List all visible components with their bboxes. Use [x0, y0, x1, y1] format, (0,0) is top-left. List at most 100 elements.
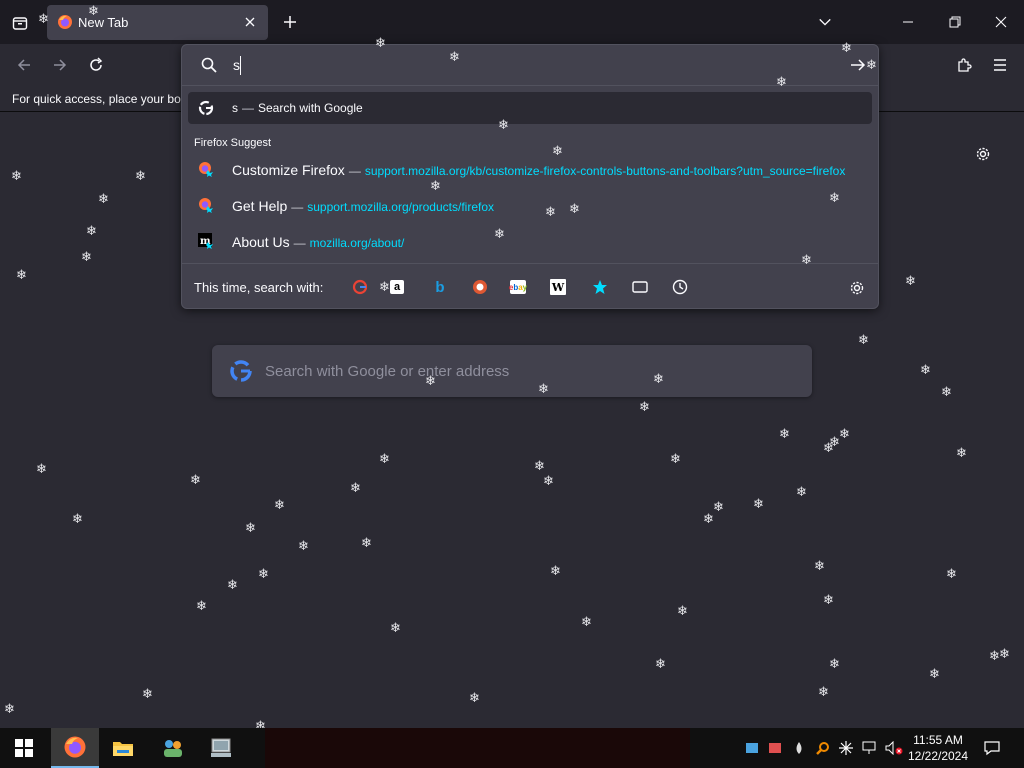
search-icon: [201, 57, 217, 73]
new-tab-button[interactable]: [279, 11, 301, 33]
forward-button[interactable]: [48, 53, 72, 77]
text-caret: [240, 56, 241, 75]
volume-button[interactable]: [884, 738, 904, 758]
tabs-icon[interactable]: [630, 277, 650, 297]
folder-icon: [113, 742, 133, 756]
notifications-button[interactable]: [980, 736, 1004, 760]
tab-title: New Tab: [78, 15, 129, 30]
restore-button[interactable]: [943, 10, 967, 34]
firefox-icon: [64, 736, 86, 758]
suggestion-title: Customize Firefox: [232, 162, 345, 178]
computer-icon: [211, 738, 231, 757]
chevron-down-icon: [819, 18, 831, 26]
typed-query: s: [232, 101, 238, 115]
reload-icon: [90, 57, 103, 71]
sparkle-icon: [839, 741, 853, 755]
search-placeholder: Search with Google or enter address: [265, 363, 510, 380]
divider: [182, 85, 878, 86]
heuristic-search-row[interactable]: s — Search with Google: [188, 92, 872, 124]
amazon-icon[interactable]: a: [390, 280, 404, 294]
urlbar-dropdown: s s — Search with Google Firefox Suggest C…: [181, 44, 879, 309]
tab-new-tab[interactable]: New Tab: [47, 5, 268, 40]
puzzle-icon: [958, 58, 972, 72]
taskbar-firefox[interactable]: [51, 728, 99, 768]
google-icon[interactable]: [350, 277, 370, 297]
clock-time: 11:55 AM: [913, 733, 963, 747]
search-shortcuts-bar: This time, search with: a b ebay W: [182, 263, 878, 309]
tray-icon[interactable]: [814, 738, 832, 758]
group-label: Firefox Suggest: [194, 137, 272, 149]
suggestion-title: Get Help: [232, 198, 288, 214]
newtab-search-box[interactable]: Search with Google or enter address: [212, 345, 812, 397]
go-arrow-icon[interactable]: [850, 57, 866, 73]
tray-app-icon: [769, 743, 781, 753]
tray-app-icon: [746, 743, 758, 753]
customize-page-button[interactable]: [971, 142, 995, 166]
suggestion-url: mozilla.org/about/: [309, 236, 405, 250]
taskbar-app-computer[interactable]: [197, 728, 245, 768]
bing-icon[interactable]: b: [430, 277, 450, 297]
suggestion-title: About Us: [232, 234, 290, 250]
firefox-view-button[interactable]: [8, 11, 32, 35]
close-tab-icon[interactable]: [242, 14, 258, 30]
firefox-icon: [199, 198, 213, 213]
firefox-icon: [58, 15, 72, 29]
droplet-icon: [796, 742, 802, 754]
extensions-button[interactable]: [952, 53, 976, 77]
suggestion-url: support.mozilla.org/products/firefox: [307, 200, 494, 214]
plus-icon: [284, 16, 296, 28]
suggestion-row[interactable]: Customize Firefox — support.mozilla.org/kb…: [188, 153, 872, 185]
tray-icon[interactable]: [790, 738, 808, 758]
app-menu-button[interactable]: [988, 53, 1012, 77]
separator-dash: —: [348, 164, 361, 178]
search-action-label: Search with Google: [258, 101, 363, 115]
reload-button[interactable]: [84, 53, 108, 77]
restore-icon: [949, 16, 961, 28]
firefox-icon: [199, 162, 213, 177]
back-button[interactable]: [12, 53, 36, 77]
arrow-right-icon: [54, 59, 67, 71]
google-icon: [198, 100, 214, 116]
minimize-icon: [903, 21, 913, 23]
windows-logo-icon: [15, 739, 33, 757]
bookmarks-icon[interactable]: [590, 277, 610, 297]
volume-muted-icon: [885, 741, 903, 755]
hamburger-menu-icon: [994, 59, 1006, 71]
mozilla-icon: m: [198, 233, 213, 249]
firefox-view-icon: [12, 17, 28, 30]
close-window-button[interactable]: [989, 10, 1013, 34]
minimize-button[interactable]: [896, 10, 920, 34]
people-icon: [164, 740, 182, 757]
search-settings-button[interactable]: [846, 277, 868, 299]
list-all-tabs-button[interactable]: [814, 11, 836, 33]
start-button[interactable]: [0, 728, 48, 768]
taskbar-app-people[interactable]: [149, 728, 197, 768]
network-button[interactable]: [861, 738, 879, 758]
gear-icon: [850, 281, 864, 295]
separator-dash: —: [291, 200, 304, 214]
wikipedia-icon[interactable]: W: [550, 279, 566, 295]
history-icon[interactable]: [670, 277, 690, 297]
taskbar-file-explorer[interactable]: [99, 728, 147, 768]
urlbar-input[interactable]: s: [182, 45, 878, 85]
ebay-icon[interactable]: ebay: [509, 280, 527, 294]
network-icon: [862, 741, 876, 754]
taskbar-empty-area: [265, 728, 690, 768]
tray-icon[interactable]: [743, 738, 761, 758]
suggestion-row[interactable]: m About Us — mozilla.org/about/: [188, 225, 872, 257]
urlbar-text: s: [233, 57, 240, 73]
suggestion-row[interactable]: Get Help — support.mozilla.org/products/fi…: [188, 189, 872, 221]
gear-icon: [976, 147, 990, 161]
tray-icon[interactable]: [766, 738, 784, 758]
close-icon: [995, 16, 1007, 28]
separator-dash: —: [293, 236, 306, 250]
separator-dash: —: [242, 101, 254, 115]
duckduckgo-icon[interactable]: [470, 277, 490, 297]
bookmarks-empty-message: For quick access, place your boo: [12, 92, 188, 106]
clock-date: 12/22/2024: [907, 749, 969, 763]
tray-icon[interactable]: [837, 738, 855, 758]
magnifier-icon: [816, 742, 829, 755]
system-clock[interactable]: 11:55 AM 12/22/2024: [906, 732, 970, 764]
google-icon: [230, 360, 252, 382]
suggestion-url: support.mozilla.org/kb/customize-firefox…: [364, 164, 846, 178]
